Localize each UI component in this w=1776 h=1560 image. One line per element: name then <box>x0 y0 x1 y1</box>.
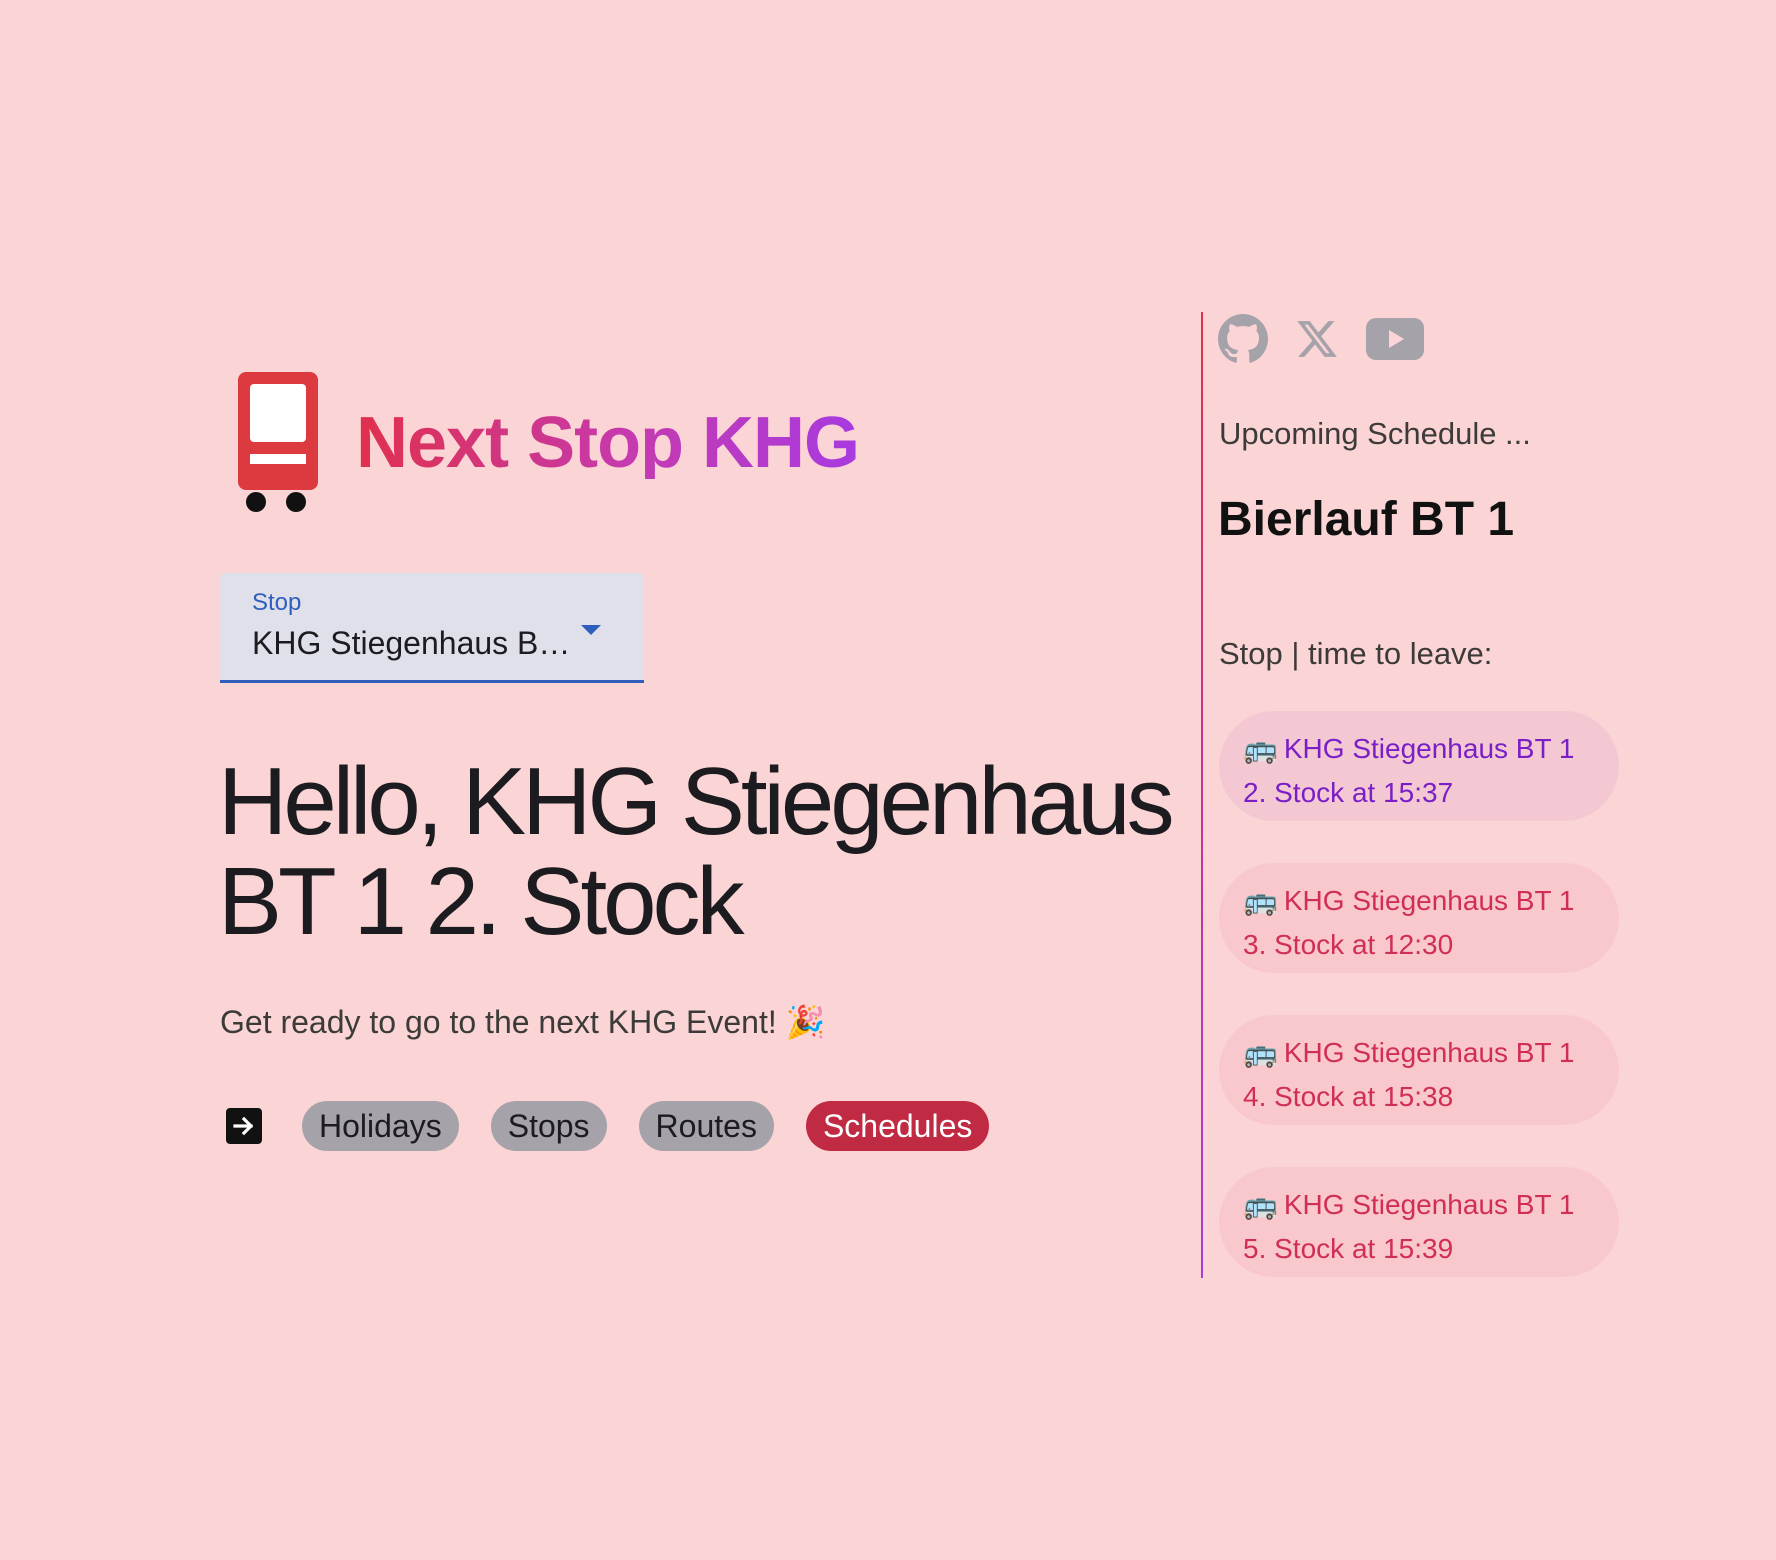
stop-select[interactable]: Stop KHG Stiegenhaus BT 1 2. Stock <box>220 573 644 683</box>
bus-icon: 🚌 <box>1243 1037 1278 1068</box>
schedule-item[interactable]: 🚌 KHG Stiegenhaus BT 1 4. Stock at 15:38 <box>1219 1015 1619 1125</box>
brand-header: Next Stop KHG <box>236 370 860 512</box>
schedule-item-text: KHG Stiegenhaus BT 1 2. Stock at 15:37 <box>1243 733 1575 808</box>
schedule-item[interactable]: 🚌 KHG Stiegenhaus BT 1 2. Stock at 15:37 <box>1219 711 1619 821</box>
stop-select-value: KHG Stiegenhaus BT 1 2. Stock <box>252 625 582 661</box>
x-icon[interactable] <box>1294 317 1340 361</box>
bus-icon: 🚌 <box>1243 885 1278 916</box>
schedule-list: 🚌 KHG Stiegenhaus BT 1 2. Stock at 15:37 … <box>1219 711 1619 1319</box>
bus-stop-sign-icon <box>238 372 318 512</box>
schedule-item-text: KHG Stiegenhaus BT 1 3. Stock at 12:30 <box>1243 885 1575 960</box>
caret-down-icon <box>581 625 601 635</box>
schedule-item-text: KHG Stiegenhaus BT 1 5. Stock at 15:39 <box>1243 1189 1575 1264</box>
chip-routes[interactable]: Routes <box>638 1101 774 1151</box>
chip-holidays[interactable]: Holidays <box>302 1101 459 1151</box>
schedule-item[interactable]: 🚌 KHG Stiegenhaus BT 1 3. Stock at 12:30 <box>1219 863 1619 973</box>
page-subtitle: Get ready to go to the next KHG Event! 🎉 <box>220 1004 826 1040</box>
arrow-right-icon <box>233 1116 254 1136</box>
github-icon[interactable] <box>1218 314 1268 364</box>
chip-schedules[interactable]: Schedules <box>805 1101 990 1151</box>
sidebar-divider <box>1201 312 1203 1278</box>
stop-time-label: Stop | time to leave: <box>1219 636 1493 671</box>
page-title: Hello, KHG Stiegenhaus BT 1 2. Stock <box>218 748 1175 955</box>
bus-icon: 🚌 <box>1243 1189 1278 1220</box>
brand-title: Next Stop KHG <box>356 403 860 483</box>
schedule-item[interactable]: 🚌 KHG Stiegenhaus BT 1 5. Stock at 15:39 <box>1219 1167 1619 1277</box>
nav-chips: Holidays Stops Routes Schedules <box>224 1101 1021 1151</box>
upcoming-schedule-label: Upcoming Schedule ... <box>1219 416 1531 451</box>
bus-icon: 🚌 <box>1243 733 1278 764</box>
arrow-right-box-icon[interactable] <box>226 1108 262 1144</box>
social-links <box>1218 314 1450 364</box>
stop-select-label: Stop <box>252 589 302 616</box>
youtube-icon[interactable] <box>1366 318 1424 360</box>
chip-stops[interactable]: Stops <box>490 1101 607 1151</box>
event-title: Bierlauf BT 1 <box>1218 493 1515 546</box>
schedule-item-text: KHG Stiegenhaus BT 1 4. Stock at 15:38 <box>1243 1037 1575 1112</box>
